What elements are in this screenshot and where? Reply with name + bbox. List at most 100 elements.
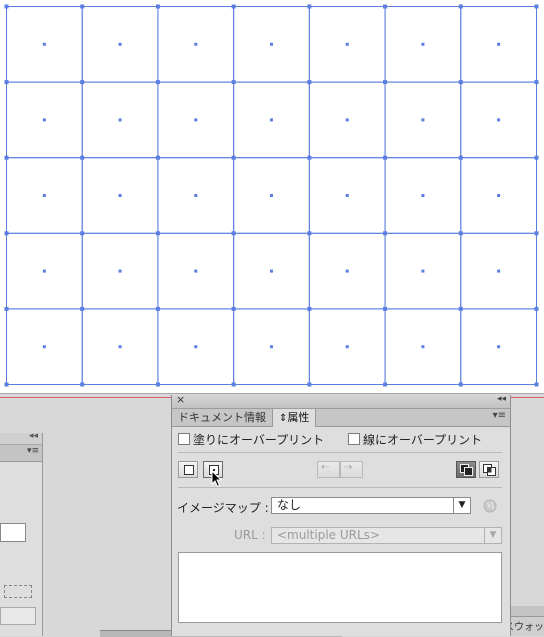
anchor-point[interactable]	[4, 382, 9, 387]
center-point	[345, 42, 349, 46]
anchor-point[interactable]	[307, 80, 312, 85]
anchor-point[interactable]	[458, 80, 463, 85]
square-icon	[184, 465, 194, 475]
anchor-point[interactable]	[80, 4, 85, 9]
center-point	[270, 42, 273, 46]
overprint-fill-label: 塗りにオーバープリント	[193, 433, 325, 447]
dropdown-arrow-icon: ▼	[484, 528, 501, 543]
anchor-point[interactable]	[307, 382, 312, 387]
even-odd-fill-icon	[483, 464, 496, 476]
anchor-point[interactable]	[80, 80, 85, 85]
anchor-point[interactable]	[4, 4, 9, 9]
anchor-point[interactable]	[458, 382, 463, 387]
anchor-point[interactable]	[383, 306, 388, 311]
dropdown-arrow-icon: ▼	[453, 498, 470, 513]
panel-menu-icon[interactable]: ▾≡	[27, 446, 39, 456]
anchor-point[interactable]	[383, 231, 388, 236]
overprint-fill-checkbox[interactable]	[178, 433, 190, 445]
divider	[178, 487, 502, 488]
anchor-point[interactable]	[4, 80, 9, 85]
anchor-point[interactable]	[4, 155, 9, 160]
arrow-right-icon: ⇢	[344, 462, 353, 473]
collapse-icon[interactable]: ◂◂	[29, 431, 38, 441]
center-point	[421, 345, 425, 349]
anchor-point[interactable]	[231, 80, 236, 85]
center-point	[497, 194, 501, 197]
anchor-point[interactable]	[80, 231, 85, 236]
anchor-point[interactable]	[307, 231, 312, 236]
anchor-point[interactable]	[155, 80, 160, 85]
even-odd-fill-rule-button[interactable]	[479, 461, 499, 478]
anchor-point[interactable]	[534, 231, 539, 236]
anchor-point[interactable]	[383, 4, 388, 9]
anchor-point[interactable]	[231, 4, 236, 9]
center-point	[118, 269, 122, 273]
url-select[interactable]: <multiple URLs> ▼	[271, 527, 502, 544]
anchor-point[interactable]	[155, 306, 160, 311]
anchor-point[interactable]	[307, 155, 312, 160]
anchor-point[interactable]	[80, 306, 85, 311]
anchor-point[interactable]	[534, 80, 539, 85]
panel-menu-icon[interactable]: ▾≡	[493, 410, 506, 421]
anchor-point[interactable]	[155, 231, 160, 236]
collapse-icon[interactable]: ◂◂	[497, 394, 506, 404]
panel-titlebar: × ◂◂	[172, 393, 510, 409]
reverse-path-direction-off-button[interactable]: ⇠	[317, 461, 340, 478]
dashed-frame-icon[interactable]	[4, 585, 32, 598]
anchor-point[interactable]	[80, 155, 85, 160]
artboard-canvas[interactable]	[0, 0, 544, 393]
anchor-point[interactable]	[534, 4, 539, 9]
browser-globe-icon[interactable]	[483, 499, 497, 513]
imagemap-select[interactable]: なし ▼	[271, 497, 471, 514]
anchor-point[interactable]	[80, 382, 85, 387]
center-point	[421, 42, 425, 46]
left-panel-field[interactable]	[0, 607, 36, 625]
left-panel-titlebar: ◂◂	[0, 431, 42, 445]
mouse-cursor-icon	[211, 470, 223, 488]
anchor-point[interactable]	[307, 4, 312, 9]
anchor-point[interactable]	[534, 155, 539, 160]
anchor-point[interactable]	[4, 231, 9, 236]
imagemap-label: イメージマップ :	[177, 501, 269, 515]
anchor-point[interactable]	[155, 155, 160, 160]
anchor-point[interactable]	[231, 382, 236, 387]
tab-attributes-label: 属性	[287, 411, 310, 424]
center-point	[42, 118, 46, 122]
swatches-titlebar	[510, 606, 544, 617]
hide-center-button[interactable]	[178, 461, 198, 478]
anchor-point[interactable]	[307, 306, 312, 311]
tab-attributes[interactable]: ⇕属性	[272, 409, 317, 427]
anchor-point[interactable]	[231, 231, 236, 236]
overprint-stroke-checkbox[interactable]	[348, 433, 360, 445]
anchor-point[interactable]	[4, 306, 9, 311]
tab-document-info[interactable]: ドキュメント情報	[172, 409, 272, 426]
anchor-point[interactable]	[534, 382, 539, 387]
nonzero-winding-fill-rule-button[interactable]	[456, 461, 476, 478]
anchor-point[interactable]	[383, 80, 388, 85]
anchor-point[interactable]	[383, 382, 388, 387]
center-point	[345, 269, 349, 273]
anchor-point[interactable]	[458, 231, 463, 236]
center-point	[194, 42, 198, 46]
anchor-point[interactable]	[383, 155, 388, 160]
nonzero-fill-icon	[460, 464, 473, 476]
anchor-point[interactable]	[458, 155, 463, 160]
grid-of-rectangles[interactable]	[0, 0, 544, 393]
anchor-point[interactable]	[231, 155, 236, 160]
anchor-point[interactable]	[155, 4, 160, 9]
reverse-path-direction-on-button[interactable]: ⇢	[340, 461, 363, 478]
left-panel-tabrow: ▾≡	[0, 445, 42, 462]
anchor-point[interactable]	[231, 306, 236, 311]
url-list-box[interactable]	[178, 552, 502, 623]
center-point	[118, 42, 122, 46]
anchor-point[interactable]	[458, 4, 463, 9]
center-point	[194, 269, 198, 273]
left-panel-input[interactable]	[0, 523, 26, 542]
swatches-panel-partial: スウォッ	[504, 606, 544, 636]
close-icon[interactable]: ×	[176, 393, 185, 406]
center-point	[42, 194, 46, 197]
anchor-point[interactable]	[534, 306, 539, 311]
url-placeholder: <multiple URLs>	[277, 528, 380, 542]
anchor-point[interactable]	[155, 382, 160, 387]
anchor-point[interactable]	[458, 306, 463, 311]
